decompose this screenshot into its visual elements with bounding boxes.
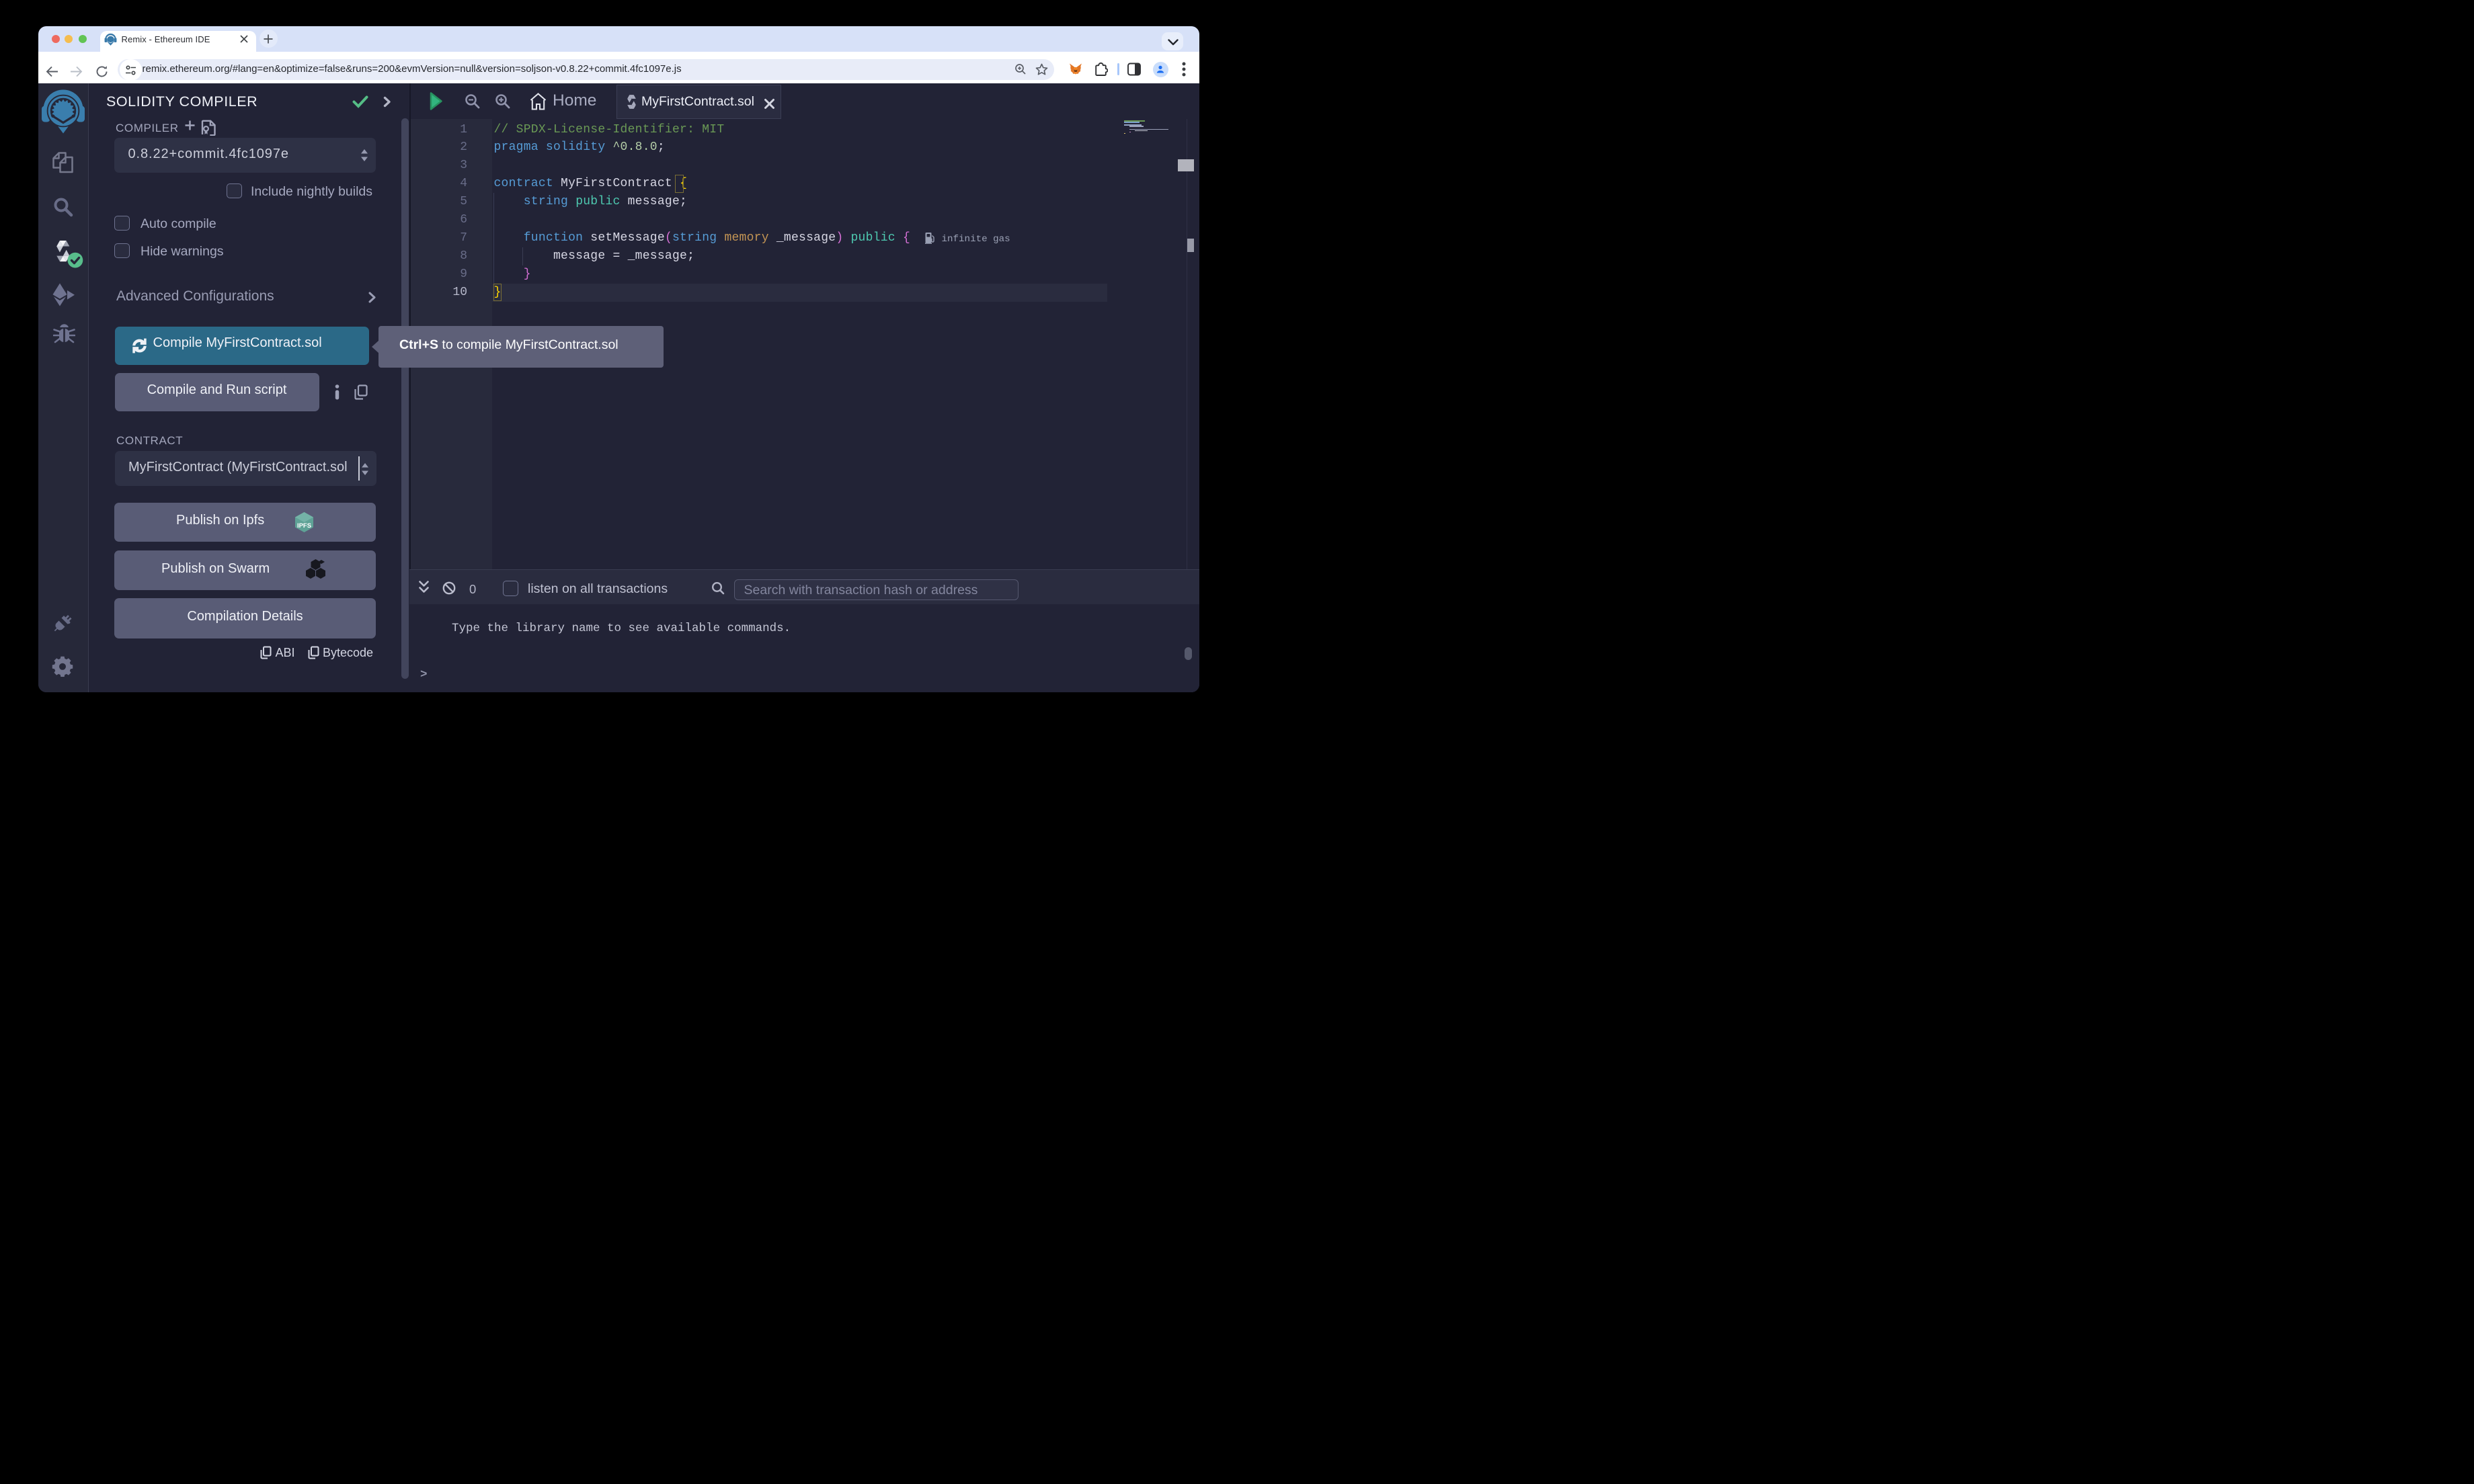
svg-text:IPFS: IPFS: [297, 522, 311, 530]
